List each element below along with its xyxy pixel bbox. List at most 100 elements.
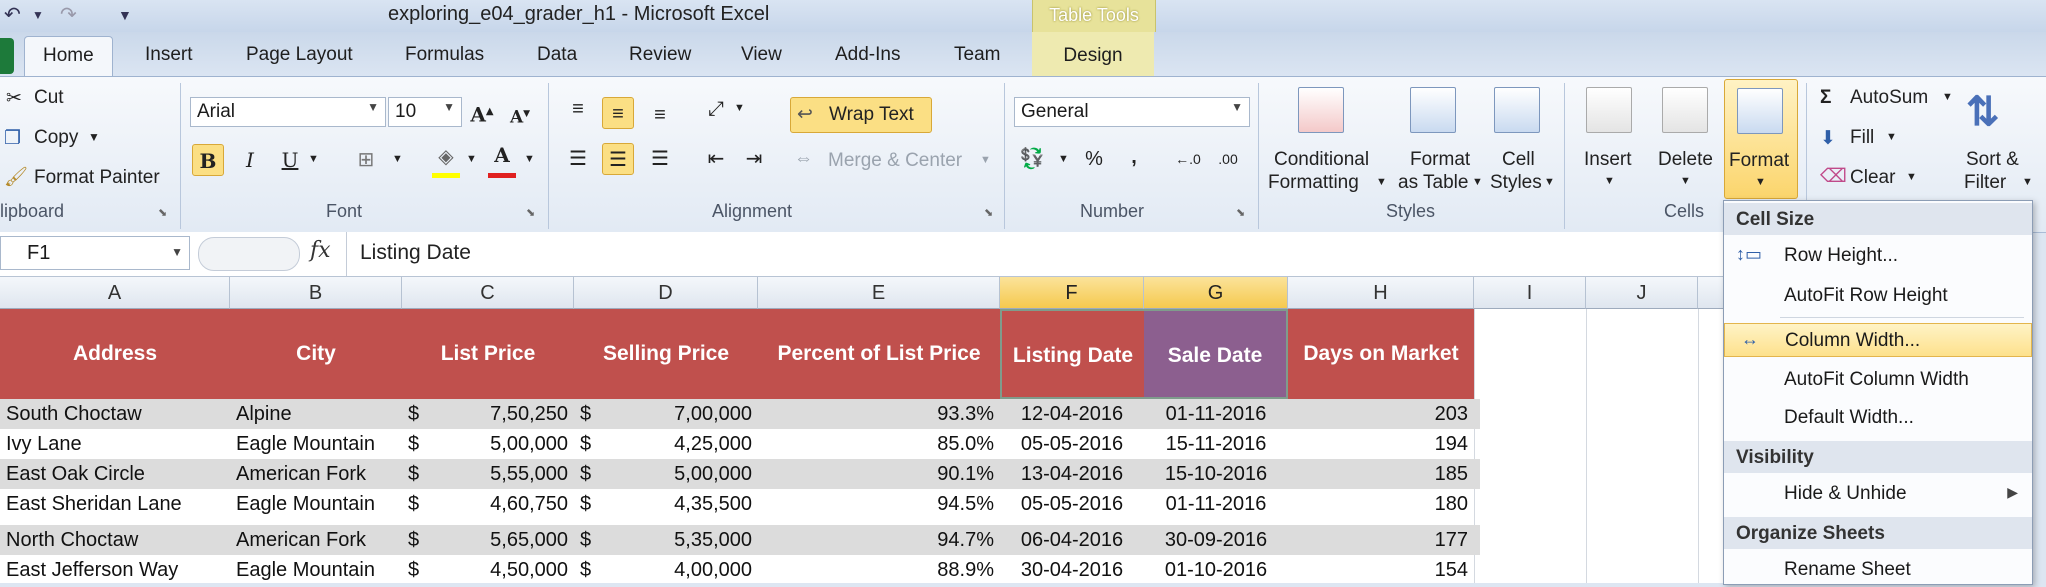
font-color-dropdown-icon[interactable]: ▼: [524, 153, 535, 165]
cell-sale-date[interactable]: 01-10-2016: [1144, 555, 1288, 585]
cell-list-price[interactable]: 5,00,000: [432, 429, 574, 459]
cell-address[interactable]: Ivy Lane: [0, 429, 230, 459]
cell-percent[interactable]: 93.3%: [758, 399, 1000, 429]
sort-filter-label-2[interactable]: Filter: [1964, 172, 2006, 194]
cell-listing-date[interactable]: 05-05-2016: [1000, 429, 1144, 459]
column-header-f[interactable]: F: [1000, 277, 1144, 309]
font-color-icon[interactable]: A: [486, 139, 518, 171]
column-header-d[interactable]: D: [574, 277, 758, 309]
clear-button[interactable]: Clear: [1850, 167, 1895, 189]
cell-days-on-market[interactable]: 185: [1288, 459, 1474, 489]
copy-icon[interactable]: ❐: [4, 127, 21, 150]
cell-list-currency[interactable]: $: [402, 399, 432, 429]
delete-cells-label[interactable]: Delete: [1658, 149, 1713, 171]
worksheet-grid[interactable]: A B C D E F G H I J Address City List Pr…: [0, 277, 1728, 585]
font-launcher-icon[interactable]: ⬊: [526, 206, 535, 219]
cell-listing-date[interactable]: 13-04-2016: [1000, 459, 1144, 489]
fill-icon[interactable]: ⬇: [1820, 127, 1836, 150]
cell-city[interactable]: American Fork: [230, 525, 402, 555]
cell-city[interactable]: American Fork: [230, 459, 402, 489]
grow-font-icon[interactable]: A▲: [466, 96, 498, 128]
cell-percent[interactable]: 94.5%: [758, 489, 1000, 519]
formula-input[interactable]: Listing Date: [360, 241, 471, 265]
cell-list-price[interactable]: 4,60,750: [432, 489, 574, 519]
merge-center-button[interactable]: ⇔ Merge & Center ▼: [792, 143, 992, 177]
format-painter-icon[interactable]: 🖌: [4, 165, 28, 189]
cell-days-on-market[interactable]: 180: [1288, 489, 1474, 519]
customize-qat-icon[interactable]: ▼: [118, 7, 132, 23]
menu-item-autofit-column-width[interactable]: AutoFit Column Width: [1724, 363, 2032, 397]
undo-dropdown-icon[interactable]: ▼: [32, 8, 44, 22]
cell-list-currency[interactable]: $: [402, 525, 432, 555]
align-right-icon[interactable]: ☰: [644, 143, 676, 175]
copy-button[interactable]: Copy: [34, 127, 78, 149]
italic-button[interactable]: I: [234, 144, 266, 176]
format-as-table-label-1[interactable]: Format: [1410, 149, 1470, 171]
cell-percent[interactable]: 85.0%: [758, 429, 1000, 459]
tab-team[interactable]: Team: [954, 44, 1000, 66]
tab-view[interactable]: View: [741, 44, 782, 66]
align-middle-icon[interactable]: ≡: [602, 97, 634, 129]
conditional-formatting-label-1[interactable]: Conditional: [1274, 149, 1369, 171]
bold-button[interactable]: B: [192, 144, 224, 176]
cell-selling-price[interactable]: 7,00,000: [604, 399, 758, 429]
increase-decimal-icon[interactable]: ←.0: [1172, 143, 1204, 175]
cell-selling-price[interactable]: 4,35,500: [604, 489, 758, 519]
cell-styles-dropdown-icon[interactable]: ▼: [1544, 176, 1555, 188]
percent-style-icon[interactable]: %: [1078, 143, 1110, 175]
alignment-launcher-icon[interactable]: ⬊: [984, 206, 993, 219]
column-header-b[interactable]: B: [230, 277, 402, 309]
format-as-table-icon[interactable]: [1410, 87, 1456, 133]
format-table-dropdown-icon[interactable]: ▼: [1472, 176, 1483, 188]
insert-cells-icon[interactable]: [1586, 87, 1632, 133]
cell-list-currency[interactable]: $: [402, 429, 432, 459]
insert-cells-label[interactable]: Insert: [1584, 149, 1632, 171]
font-name-select[interactable]: Arial ▼: [190, 97, 386, 127]
cell-sell-currency[interactable]: $: [574, 429, 604, 459]
format-painter-button[interactable]: Format Painter: [34, 167, 160, 189]
clear-dropdown-icon[interactable]: ▼: [1906, 171, 1917, 183]
cell-sell-currency[interactable]: $: [574, 489, 604, 519]
align-bottom-icon[interactable]: ≡: [644, 99, 676, 131]
tab-design[interactable]: Design: [1032, 32, 1154, 76]
undo-icon[interactable]: ↶: [4, 2, 21, 27]
fill-button[interactable]: Fill: [1850, 127, 1874, 149]
sort-dropdown-icon[interactable]: ▼: [2022, 176, 2033, 188]
delete-cells-icon[interactable]: [1662, 87, 1708, 133]
cell-sell-currency[interactable]: $: [574, 459, 604, 489]
cell-list-price[interactable]: 4,50,000: [432, 555, 574, 585]
header-selling-price[interactable]: Selling Price: [574, 309, 758, 399]
autosum-dropdown-icon[interactable]: ▼: [1942, 91, 1953, 103]
header-city[interactable]: City: [230, 309, 402, 399]
cell-city[interactable]: Eagle Mountain: [230, 555, 402, 585]
number-format-select[interactable]: General ▼: [1014, 97, 1250, 127]
underline-dropdown-icon[interactable]: ▼: [308, 153, 319, 165]
cell-listing-date[interactable]: 06-04-2016: [1000, 525, 1144, 555]
cell-sell-currency[interactable]: $: [574, 525, 604, 555]
underline-button[interactable]: U: [274, 144, 306, 176]
align-top-icon[interactable]: ≡: [562, 93, 594, 125]
font-size-select[interactable]: 10 ▼: [388, 97, 462, 127]
cell-sell-currency[interactable]: $: [574, 555, 604, 585]
header-days-on-market[interactable]: Days on Market: [1288, 309, 1474, 399]
clear-icon[interactable]: ⌫: [1820, 165, 1847, 188]
cell-styles-icon[interactable]: [1494, 87, 1540, 133]
cell-address[interactable]: East Sheridan Lane: [0, 489, 230, 519]
cell-list-price[interactable]: 7,50,250: [432, 399, 574, 429]
cell-percent[interactable]: 88.9%: [758, 555, 1000, 585]
tab-insert[interactable]: Insert: [145, 44, 193, 66]
orientation-icon[interactable]: ⤢: [700, 93, 732, 125]
column-header-c[interactable]: C: [402, 277, 574, 309]
cell-days-on-market[interactable]: 203: [1288, 399, 1474, 429]
column-header-e[interactable]: E: [758, 277, 1000, 309]
cell-percent[interactable]: 90.1%: [758, 459, 1000, 489]
cell-styles-label-1[interactable]: Cell: [1502, 149, 1535, 171]
menu-item-autofit-row-height[interactable]: AutoFit Row Height: [1724, 279, 2032, 313]
cell-city[interactable]: Eagle Mountain: [230, 489, 402, 519]
cell-list-price[interactable]: 5,55,000: [432, 459, 574, 489]
comma-style-icon[interactable]: ,: [1118, 141, 1150, 173]
tab-formulas[interactable]: Formulas: [405, 44, 484, 66]
sort-filter-label-1[interactable]: Sort &: [1966, 149, 2019, 171]
cell-sale-date[interactable]: 01-11-2016: [1144, 399, 1288, 429]
decrease-decimal-icon[interactable]: .00: [1212, 143, 1244, 175]
